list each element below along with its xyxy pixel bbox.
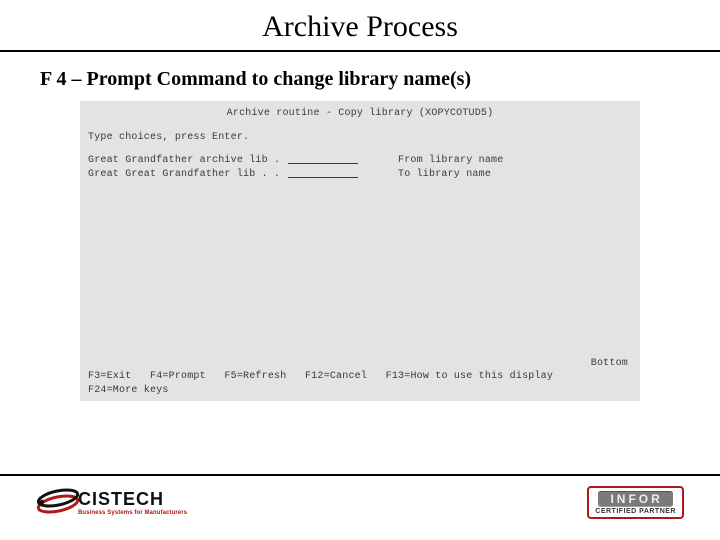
title-area: Archive Process [0,0,720,52]
field-desc: From library name [398,154,503,168]
field-label: Great Grandfather archive lib . [88,154,288,168]
logo-row: CISTECH Business Systems for Manufacture… [0,482,720,532]
terminal-row: Great Great Grandfather lib . . To libra… [88,168,632,182]
footer-rule [0,474,720,476]
cistech-name: CISTECH [78,489,187,510]
to-library-input[interactable] [288,168,358,178]
footer: CISTECH Business Systems for Manufacture… [0,474,720,540]
terminal-fnkeys: F3=Exit F4=Prompt F5=Refresh F12=Cancel … [88,370,632,384]
terminal-header: Archive routine - Copy library (XOPYCOTU… [88,107,632,121]
terminal-body: Type choices, press Enter. Great Grandfa… [88,131,632,182]
terminal-bottom-label: Bottom [88,357,632,371]
cistech-text: CISTECH Business Systems for Manufacture… [78,489,187,516]
infor-name: INFOR [598,491,672,507]
terminal-screen: Archive routine - Copy library (XOPYCOTU… [80,101,640,401]
infor-tagline: CERTIFIED PARTNER [595,508,676,515]
swoosh-icon [36,482,80,522]
slide-subtitle: F 4 – Prompt Command to change library n… [0,52,720,99]
terminal-instruction: Type choices, press Enter. [88,131,632,145]
infor-logo: INFOR CERTIFIED PARTNER [587,486,684,519]
cistech-tagline: Business Systems for Manufacturers [78,510,187,516]
cistech-logo: CISTECH Business Systems for Manufacture… [36,482,187,522]
terminal-fnkeys: F24=More keys [88,384,632,398]
terminal-row: Great Grandfather archive lib . From lib… [88,154,632,168]
terminal-footer: Bottom F3=Exit F4=Prompt F5=Refresh F12=… [88,357,632,398]
field-label: Great Great Grandfather lib . . [88,168,288,182]
slide-title: Archive Process [0,10,720,44]
from-library-input[interactable] [288,154,358,164]
slide: Archive Process F 4 – Prompt Command to … [0,0,720,540]
field-desc: To library name [398,168,491,182]
